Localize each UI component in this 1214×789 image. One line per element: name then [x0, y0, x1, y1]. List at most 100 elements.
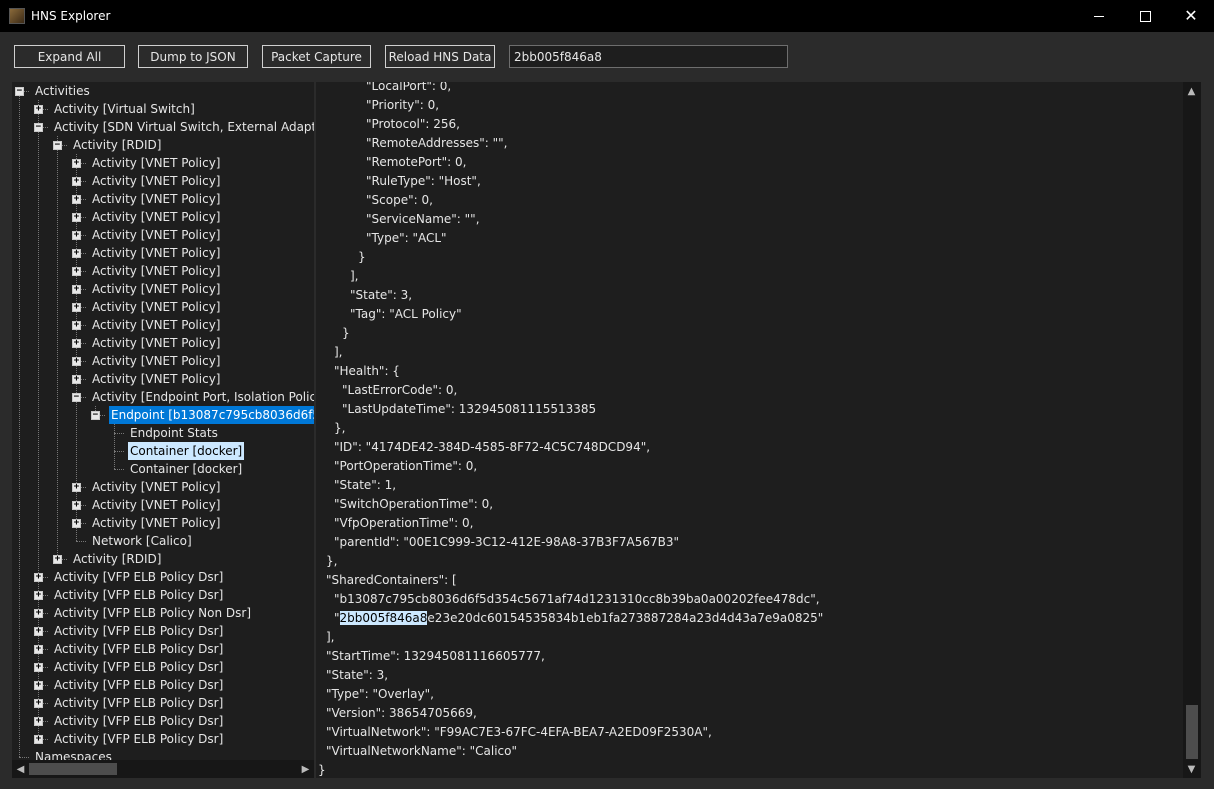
tree-node-label[interactable]: Activity [VNET Policy]: [90, 496, 222, 514]
tree-node-label[interactable]: Activity [VNET Policy]: [90, 370, 222, 388]
tree-view[interactable]: − Activities + Activity [Virtual Switch] − Ac…: [12, 82, 314, 760]
expand-icon[interactable]: +: [72, 519, 81, 528]
scroll-thumb[interactable]: [29, 763, 117, 775]
collapse-icon[interactable]: −: [72, 393, 81, 402]
tree-node[interactable]: + Activity [VNET Policy]: [12, 154, 314, 172]
tree-node[interactable]: + Activity [VFP ELB Policy Dsr]: [12, 658, 314, 676]
expand-icon[interactable]: +: [34, 105, 43, 114]
tree-node[interactable]: + Activity [VFP ELB Policy Dsr]: [12, 622, 314, 640]
tree-node[interactable]: − Activity [Endpoint Port, Isolation Poli…: [12, 388, 314, 406]
tree-node[interactable]: + Activity [VFP ELB Policy Dsr]: [12, 694, 314, 712]
expand-icon[interactable]: +: [72, 177, 81, 186]
tree-node[interactable]: − Activity [SDN Virtual Switch, External …: [12, 118, 314, 136]
tree-node-label[interactable]: Activity [SDN Virtual Switch, External A…: [52, 118, 314, 136]
expand-icon[interactable]: +: [34, 645, 43, 654]
tree-node-label[interactable]: Activity [VNET Policy]: [90, 262, 222, 280]
tree-node[interactable]: + Activity [VFP ELB Policy Non Dsr]: [12, 604, 314, 622]
expand-icon[interactable]: +: [34, 681, 43, 690]
tree-node[interactable]: + Activity [VFP ELB Policy Dsr]: [12, 730, 314, 748]
tree-node[interactable]: + Activity [VFP ELB Policy Dsr]: [12, 586, 314, 604]
packet-capture-button[interactable]: Packet Capture: [262, 45, 371, 68]
expand-icon[interactable]: +: [34, 699, 43, 708]
scroll-up-icon[interactable]: ▲: [1183, 82, 1200, 100]
tree-node-label[interactable]: Endpoint Stats: [128, 424, 220, 442]
tree-node-label[interactable]: Activity [RDID]: [71, 136, 163, 154]
expand-icon[interactable]: +: [53, 555, 62, 564]
tree-node-label[interactable]: Activity [VNET Policy]: [90, 514, 222, 532]
expand-icon[interactable]: +: [72, 375, 81, 384]
maximize-button[interactable]: [1122, 0, 1168, 32]
expand-icon[interactable]: +: [72, 339, 81, 348]
collapse-icon[interactable]: −: [34, 123, 43, 132]
expand-icon[interactable]: +: [72, 159, 81, 168]
scroll-thumb[interactable]: [1186, 705, 1198, 759]
tree-node[interactable]: + Activity [Virtual Switch]: [12, 100, 314, 118]
json-view[interactable]: "LocalPort": 0, "Priority": 0, "Protocol":…: [316, 82, 1183, 778]
tree-node-label[interactable]: Activity [VFP ELB Policy Dsr]: [52, 712, 225, 730]
tree-node-label[interactable]: Activity [VNET Policy]: [90, 352, 222, 370]
minimize-button[interactable]: [1076, 0, 1122, 32]
expand-icon[interactable]: +: [72, 483, 81, 492]
tree-node-label[interactable]: Activity [RDID]: [71, 550, 163, 568]
tree-node[interactable]: + Activity [VNET Policy]: [12, 262, 314, 280]
tree-node-label[interactable]: Activity [VNET Policy]: [90, 208, 222, 226]
tree-node[interactable]: + Activity [VFP ELB Policy Dsr]: [12, 676, 314, 694]
tree-node-label[interactable]: Activity [VNET Policy]: [90, 172, 222, 190]
tree-node-label[interactable]: Activity [VFP ELB Policy Dsr]: [52, 622, 225, 640]
expand-icon[interactable]: +: [34, 663, 43, 672]
tree-node-label[interactable]: Endpoint [b13087c795cb8036d6f5d354c5671a…: [109, 406, 314, 424]
expand-icon[interactable]: +: [34, 573, 43, 582]
collapse-icon[interactable]: −: [53, 141, 62, 150]
scroll-right-icon[interactable]: ▶: [297, 760, 314, 778]
tree-node-label[interactable]: Namespaces: [33, 748, 114, 760]
tree-node-label[interactable]: Activity [Virtual Switch]: [52, 100, 197, 118]
collapse-icon[interactable]: −: [15, 87, 24, 96]
tree-node-label[interactable]: Activity [VNET Policy]: [90, 316, 222, 334]
tree-node-label[interactable]: Activity [VNET Policy]: [90, 478, 222, 496]
tree-node-label[interactable]: Activity [VNET Policy]: [90, 154, 222, 172]
tree-node[interactable]: + Activity [VNET Policy]: [12, 208, 314, 226]
tree-node-label[interactable]: Activity [VFP ELB Policy Non Dsr]: [52, 604, 253, 622]
tree-node[interactable]: + Activity [VNET Policy]: [12, 334, 314, 352]
tree-node-label[interactable]: Activity [VNET Policy]: [90, 298, 222, 316]
tree-node[interactable]: −Endpoint [b13087c795cb8036d6f5d354c5671…: [12, 406, 314, 424]
tree-node[interactable]: + Activity [VNET Policy]: [12, 316, 314, 334]
tree-node[interactable]: − Activities: [12, 82, 314, 100]
tree-node[interactable]: + Activity [VNET Policy]: [12, 496, 314, 514]
tree-node[interactable]: + Activity [VNET Policy]: [12, 478, 314, 496]
tree-node[interactable]: + Activity [VNET Policy]: [12, 514, 314, 532]
tree-node-label[interactable]: Activity [Endpoint Port, Isolation Polic…: [90, 388, 314, 406]
tree-node[interactable]: + Activity [VNET Policy]: [12, 190, 314, 208]
tree-node-label[interactable]: Activity [VFP ELB Policy Dsr]: [52, 658, 225, 676]
expand-icon[interactable]: +: [72, 321, 81, 330]
tree-node[interactable]: + Activity [VNET Policy]: [12, 244, 314, 262]
expand-icon[interactable]: +: [34, 735, 43, 744]
tree-node-label[interactable]: Container [docker]: [128, 460, 244, 478]
tree-node[interactable]: Container [docker]: [12, 460, 314, 478]
expand-icon[interactable]: +: [34, 717, 43, 726]
expand-icon[interactable]: +: [72, 357, 81, 366]
expand-icon[interactable]: +: [72, 195, 81, 204]
tree-node[interactable]: + Activity [VFP ELB Policy Dsr]: [12, 568, 314, 586]
tree-node[interactable]: Network [Calico]: [12, 532, 314, 550]
tree-node[interactable]: + Activity [RDID]: [12, 550, 314, 568]
tree-node-label[interactable]: Network [Calico]: [90, 532, 194, 550]
expand-icon[interactable]: +: [34, 609, 43, 618]
tree-node-label[interactable]: Activity [VFP ELB Policy Dsr]: [52, 694, 225, 712]
tree-node[interactable]: + Activity [VFP ELB Policy Dsr]: [12, 640, 314, 658]
tree-node[interactable]: + Activity [VNET Policy]: [12, 352, 314, 370]
json-vertical-scrollbar[interactable]: ▲ ▼: [1183, 82, 1201, 778]
tree-node-label[interactable]: Container [docker]: [128, 442, 245, 460]
tree-node-label[interactable]: Activity [VNET Policy]: [90, 190, 222, 208]
tree-node-label[interactable]: Activity [VNET Policy]: [90, 334, 222, 352]
expand-icon[interactable]: +: [72, 501, 81, 510]
tree-node[interactable]: + Activity [VNET Policy]: [12, 298, 314, 316]
tree-node-label[interactable]: Activity [VNET Policy]: [90, 280, 222, 298]
tree-node[interactable]: + Activity [VNET Policy]: [12, 172, 314, 190]
tree-horizontal-scrollbar[interactable]: ◀ ▶: [12, 760, 314, 778]
expand-icon[interactable]: +: [72, 303, 81, 312]
tree-node-label[interactable]: Activity [VFP ELB Policy Dsr]: [52, 568, 225, 586]
scroll-left-icon[interactable]: ◀: [12, 760, 29, 778]
collapse-icon[interactable]: −: [91, 411, 100, 420]
tree-node-label[interactable]: Activities: [33, 82, 92, 100]
